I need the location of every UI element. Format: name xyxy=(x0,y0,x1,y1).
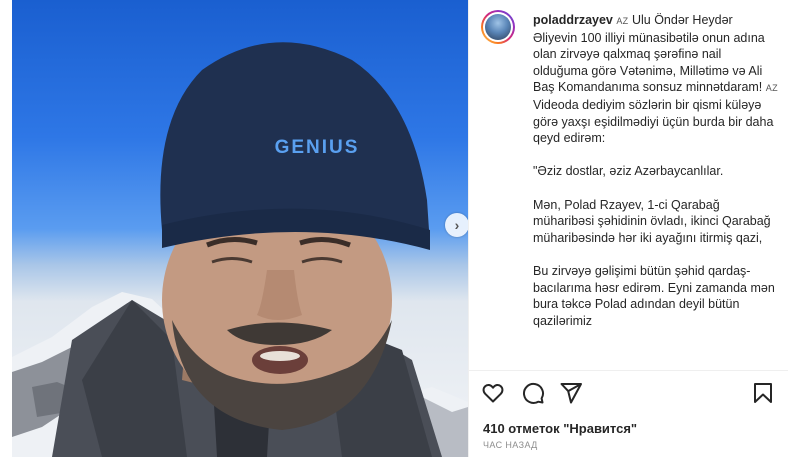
heart-icon xyxy=(482,383,504,403)
comment-icon xyxy=(523,382,544,404)
save-button[interactable] xyxy=(751,381,775,405)
bookmark-icon xyxy=(754,383,772,403)
caption-area[interactable]: poladdrzayev AZ Ulu Öndər Heydər Əliyevi… xyxy=(469,0,788,371)
avatar[interactable] xyxy=(481,10,515,44)
person-selfie: GENIUS xyxy=(52,42,442,457)
post-sidebar: poladdrzayev AZ Ulu Öndər Heydər Əliyevi… xyxy=(468,0,788,457)
caption-paragraph-2: Mən, Polad Rzayev, 1-ci Qarabağ müharibə… xyxy=(533,197,771,245)
flag-az-icon: AZ xyxy=(616,16,629,26)
flag-az-icon: AZ xyxy=(765,83,778,94)
instagram-post: GENIUS › poladdrzayev AZ Ulu Öndər Heydə… xyxy=(0,0,788,457)
caption-quote: "Əziz dostlar, əziz Azərbaycanlılar. xyxy=(533,164,724,179)
like-button[interactable] xyxy=(481,381,505,405)
caption-text-2: Videoda dediyim sözlərin bir qismi küləy… xyxy=(533,97,774,146)
likes-count[interactable]: 410 отметок "Нравится" xyxy=(483,421,637,436)
comment-button[interactable] xyxy=(521,381,545,405)
next-slide-button[interactable]: › xyxy=(445,213,468,237)
chevron-right-icon: › xyxy=(454,217,460,233)
username-link[interactable]: poladdrzayev xyxy=(533,13,613,27)
hat-logo: GENIUS xyxy=(275,137,360,158)
post-timestamp[interactable]: ЧАС НАЗАД xyxy=(483,440,538,450)
post-caption: poladdrzayev AZ Ulu Öndər Heydər Əliyevi… xyxy=(533,12,778,329)
post-video[interactable]: GENIUS › xyxy=(12,0,468,457)
share-button[interactable] xyxy=(559,381,583,405)
action-bar xyxy=(469,370,788,414)
share-icon xyxy=(560,383,582,404)
caption-paragraph-3: Bu zirvəyə gəlişimi bütün şəhid qardaş-b… xyxy=(533,263,775,328)
avatar-image xyxy=(485,14,511,40)
